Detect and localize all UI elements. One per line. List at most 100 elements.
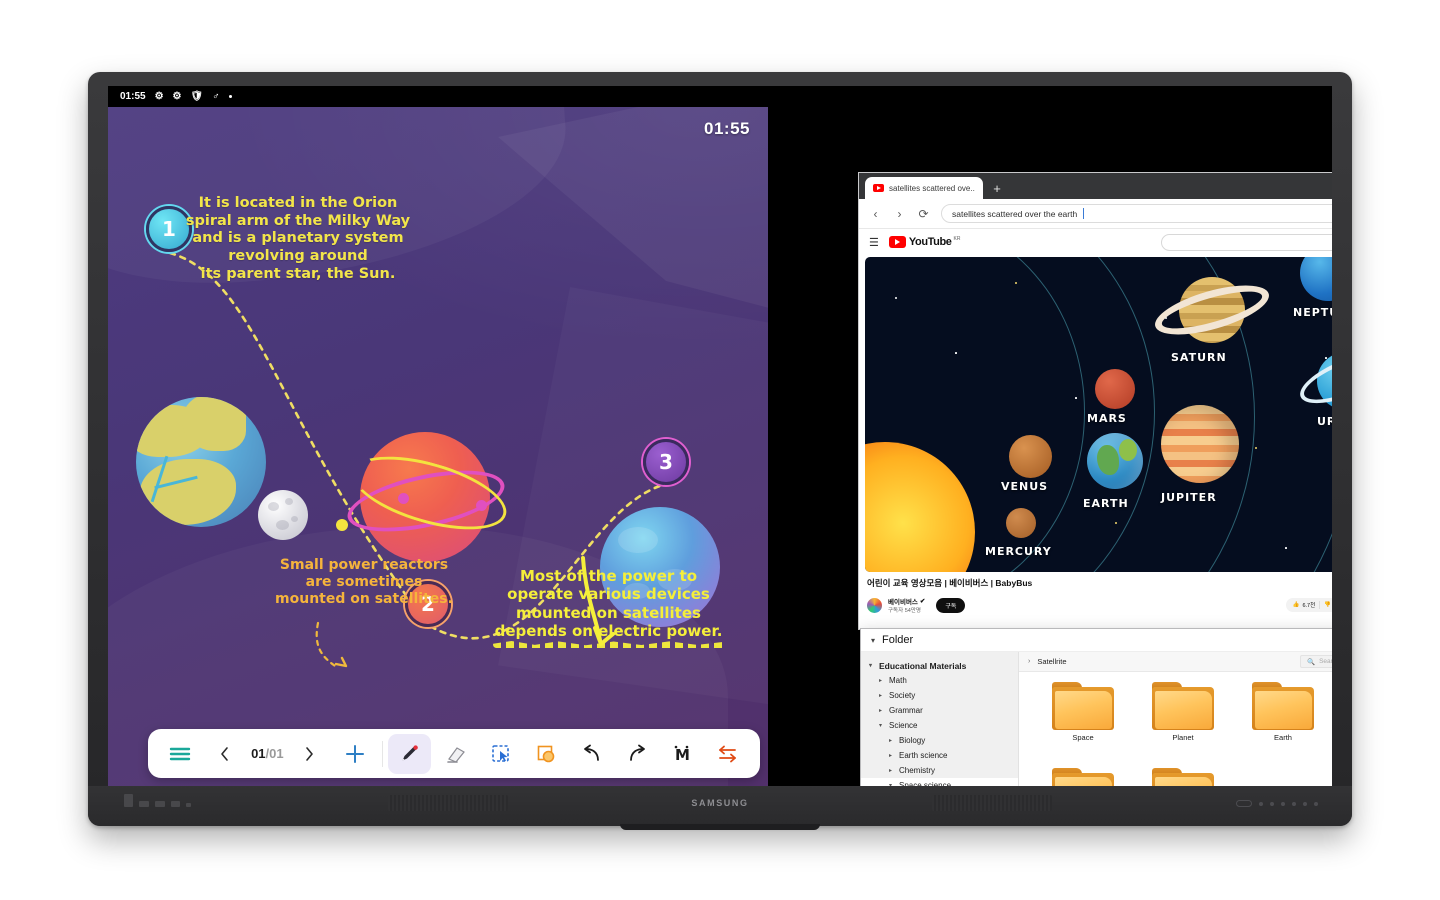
- eraser-tool-button[interactable]: [433, 734, 477, 774]
- folder-search-input[interactable]: 🔍 Search...: [1300, 655, 1332, 668]
- chevron-right-icon[interactable]: ›: [1028, 658, 1030, 665]
- planet-label-earth: EARTH: [1083, 497, 1129, 510]
- folder-item[interactable]: Space: [1033, 682, 1133, 768]
- tree-item-biology[interactable]: ▸ Biology: [861, 733, 1018, 748]
- search-placeholder: Search...: [1319, 658, 1332, 665]
- planet-mars: [1095, 369, 1135, 409]
- tree-item-label: Math: [889, 676, 907, 685]
- chip-divider: [1319, 601, 1321, 609]
- prev-page-button[interactable]: [204, 734, 248, 774]
- capture-button[interactable]: M: [661, 734, 705, 774]
- folder-title-bar: ▾ Folder — ☐ ✕: [861, 629, 1332, 652]
- tree-toggle-icon[interactable]: ▸: [879, 692, 885, 699]
- youtube-wordmark: YouTube: [908, 236, 952, 248]
- planet-label-mercury: MERCURY: [985, 545, 1052, 558]
- browser-window[interactable]: satellites scattered ove.. + — ❐ ✕ ‹ › ⟳…: [858, 172, 1332, 630]
- tree-item-society[interactable]: ▸ Society: [861, 688, 1018, 703]
- folder-grid[interactable]: SpacePlanetEarthMoonSpace shipAstro: [1019, 672, 1332, 786]
- subscribe-button[interactable]: 구독: [936, 597, 966, 613]
- tree-toggle-icon[interactable]: ▸: [889, 767, 895, 774]
- handwritten-note-1: It is located in the Orion spiral arm of…: [185, 195, 411, 282]
- folder-item[interactable]: Astro: [1133, 768, 1233, 786]
- tree-item-educational-materials[interactable]: ▾ Educational Materials: [861, 658, 1018, 673]
- folder-item-label: Earth: [1274, 733, 1292, 742]
- youtube-favicon-icon: [873, 184, 884, 192]
- tree-toggle-icon[interactable]: ▾: [879, 722, 885, 729]
- step-badge-3[interactable]: 3: [643, 439, 689, 485]
- tree-item-science[interactable]: ▾ Science: [861, 718, 1018, 733]
- next-page-button[interactable]: [288, 734, 332, 774]
- breadcrumb: › Satellrite 🔍 Search...: [1019, 652, 1332, 672]
- tree-toggle-icon[interactable]: ▾: [869, 662, 875, 669]
- add-page-button[interactable]: [333, 734, 377, 774]
- like-button[interactable]: 👍 6.7천 👎: [1285, 598, 1332, 612]
- forward-icon[interactable]: ›: [893, 207, 906, 221]
- thumbs-down-icon[interactable]: 👎: [1324, 602, 1331, 608]
- browser-tab[interactable]: satellites scattered ove..: [865, 177, 983, 199]
- person-icon[interactable]: ♂: [212, 91, 220, 102]
- channel-name-row[interactable]: 베이비버스 ✔: [888, 596, 925, 606]
- dot-icon: [228, 95, 232, 98]
- tree-item-chemistry[interactable]: ▸ Chemistry: [861, 763, 1018, 778]
- tree-toggle-icon[interactable]: ▸: [879, 707, 885, 714]
- chevron-down-icon[interactable]: ▾: [871, 636, 875, 645]
- address-bar-value: satellites scattered over the earth: [952, 208, 1078, 219]
- folder-item[interactable]: Space ship: [1033, 768, 1133, 786]
- video-metadata: 어린이 교육 영상모음 | 베이비버스 | BabyBus 베이비버스 ✔ 구독…: [859, 572, 1332, 614]
- svg-text:M: M: [675, 746, 690, 764]
- folder-window-title: Folder: [882, 634, 914, 646]
- tree-item-label: Space science: [899, 781, 952, 786]
- address-bar[interactable]: satellites scattered over the earth ›: [941, 204, 1332, 223]
- folder-tree[interactable]: ▾ Educational Materials ▸ Math ▸ Society ▸ Gram…: [861, 652, 1019, 786]
- planet-label-venus: VENUS: [1001, 480, 1049, 493]
- youtube-header: ☰ YouTube KR ⌨ ✕ 🔍: [859, 229, 1332, 255]
- avatar[interactable]: [867, 597, 882, 613]
- bg-wave: [498, 287, 768, 717]
- whiteboard-canvas[interactable]: 01:55 1 2 3 It is located in the Orion s…: [108, 107, 768, 786]
- tree-item-math[interactable]: ▸ Math: [861, 673, 1018, 688]
- tree-toggle-icon[interactable]: ▸: [889, 737, 895, 744]
- toolbar-divider: [381, 740, 383, 767]
- file-explorer-window[interactable]: ▾ Folder — ☐ ✕ ▾ Educational Materials ▸ Ma…: [860, 628, 1332, 786]
- brand-logo: SAMSUNG: [691, 798, 749, 808]
- video-player[interactable]: MERCURY VENUS EARTH JUPITER MARS SATURN …: [865, 257, 1332, 572]
- tree-toggle-icon[interactable]: ▸: [889, 752, 895, 759]
- undo-button[interactable]: [570, 734, 614, 774]
- gear-icon[interactable]: ⚙: [155, 91, 164, 102]
- planet-label-saturn: SATURN: [1171, 351, 1227, 364]
- hamburger-icon[interactable]: ☰: [869, 236, 879, 249]
- tree-item-label: Educational Materials: [879, 660, 967, 671]
- menu-button[interactable]: [158, 734, 202, 774]
- screen: 01:55 ⚙ ⚙ 🛡 ♂ 01:55 1 2 3 It is located …: [108, 86, 1332, 786]
- redo-button[interactable]: [615, 734, 659, 774]
- shield-icon[interactable]: 🛡: [191, 91, 204, 102]
- tree-toggle-icon[interactable]: ▸: [879, 677, 885, 684]
- gear-icon[interactable]: ⚙: [173, 91, 182, 102]
- tree-item-label: Earth science: [899, 751, 948, 760]
- share-button[interactable]: [706, 734, 750, 774]
- pen-tool-button[interactable]: [387, 733, 432, 774]
- youtube-search-input[interactable]: ⌨ ✕: [1161, 233, 1332, 251]
- tree-item-label: Chemistry: [899, 766, 936, 775]
- folder-item[interactable]: Planet: [1133, 682, 1233, 768]
- bezel-vent: [932, 795, 1052, 811]
- breadcrumb-path: Satellrite: [1037, 657, 1067, 666]
- youtube-logo[interactable]: YouTube KR: [888, 236, 961, 248]
- page-current: 01: [251, 746, 266, 761]
- reload-icon[interactable]: ⟳: [917, 207, 930, 221]
- new-tab-button[interactable]: +: [986, 177, 1008, 199]
- back-icon[interactable]: ‹: [869, 207, 882, 221]
- youtube-search-area: ⌨ ✕ 🔍: [1161, 233, 1332, 251]
- tree-item-space-science[interactable]: ▾ Space science: [861, 778, 1018, 786]
- folder-icon: [1252, 682, 1314, 730]
- select-tool-button[interactable]: [479, 734, 523, 774]
- display-device: 01:55 ⚙ ⚙ 🛡 ♂ 01:55 1 2 3 It is located …: [88, 72, 1352, 830]
- folder-item[interactable]: Earth: [1233, 682, 1332, 768]
- tree-toggle-icon[interactable]: ▾: [889, 782, 895, 786]
- bezel-controls[interactable]: [1236, 800, 1318, 807]
- browser-tab-title: satellites scattered ove..: [889, 183, 975, 193]
- tree-item-grammar[interactable]: ▸ Grammar: [861, 703, 1018, 718]
- like-count: 6.7천: [1302, 603, 1316, 609]
- tree-item-earth-science[interactable]: ▸ Earth science: [861, 748, 1018, 763]
- shape-tool-button[interactable]: [524, 734, 568, 774]
